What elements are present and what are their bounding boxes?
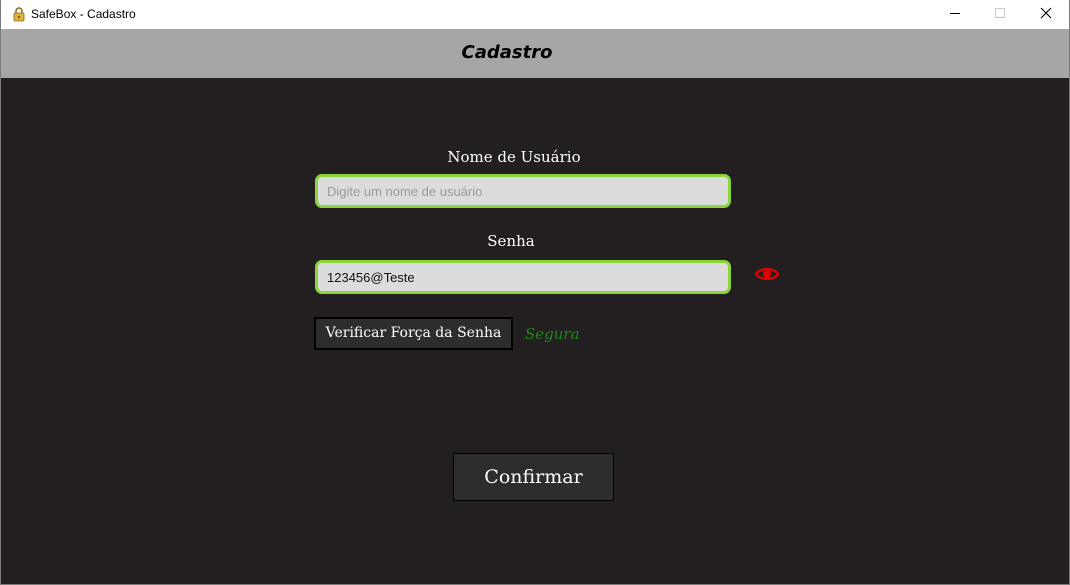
page-title: Cadastro — [461, 42, 553, 63]
confirm-button[interactable]: Confirmar — [453, 453, 614, 501]
lock-icon — [11, 6, 27, 22]
app-window: SafeBox - Cadastro Cadastro Nome de Usuá… — [0, 0, 1070, 585]
close-icon — [1040, 6, 1052, 24]
eye-icon — [754, 264, 780, 289]
username-label: Nome de Usuário — [447, 148, 581, 166]
page-header: Cadastro — [1, 29, 1069, 78]
check-password-strength-button[interactable]: Verificar Força da Senha — [314, 317, 513, 350]
password-input[interactable] — [315, 260, 731, 294]
toggle-password-visibility-button[interactable] — [753, 264, 781, 288]
maximize-icon — [994, 6, 1006, 24]
maximize-button[interactable] — [977, 0, 1023, 29]
password-strength-result: Segura — [525, 325, 580, 343]
password-label: Senha — [487, 232, 535, 250]
window-title: SafeBox - Cadastro — [31, 7, 136, 21]
close-button[interactable] — [1023, 0, 1069, 29]
username-input[interactable] — [315, 174, 731, 208]
minimize-button[interactable] — [932, 0, 978, 29]
title-bar[interactable]: SafeBox - Cadastro — [1, 0, 1069, 29]
minimize-icon — [949, 6, 961, 24]
